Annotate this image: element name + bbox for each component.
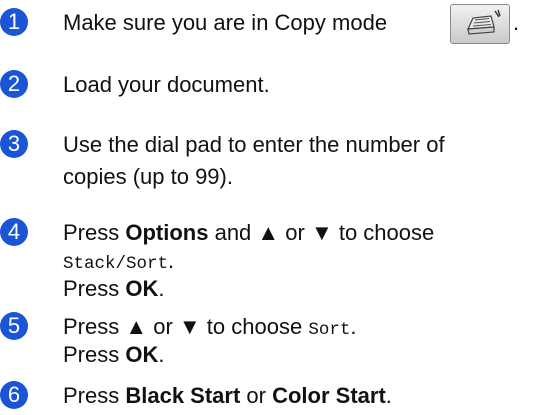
step-text-line-1: Press Options and ▲ or ▼ to choose xyxy=(63,218,434,247)
period: . xyxy=(158,342,165,367)
step-text-line-3: Press OK. xyxy=(63,274,164,303)
step-number-badge: 6 xyxy=(0,381,28,409)
black-start-key: Black Start xyxy=(125,383,241,408)
step-1: 1 Make sure you are in Copy mode . xyxy=(0,4,539,48)
step-number-badge: 3 xyxy=(0,130,28,158)
ok-key: OK xyxy=(125,276,159,301)
color-start-key: Color Start xyxy=(272,383,386,408)
arrow-instruction: Press ▲ or ▼ to choose xyxy=(63,314,309,339)
step-2: 2 Load your document. xyxy=(0,70,539,102)
step-number-badge: 1 xyxy=(0,8,28,36)
options-key: Options xyxy=(125,220,209,245)
ok-key: OK xyxy=(125,342,159,367)
step-1-text: Make sure you are in Copy mode xyxy=(63,10,388,35)
press-text: Press xyxy=(63,276,126,301)
period: . xyxy=(158,276,165,301)
period: . xyxy=(168,248,175,273)
period: . xyxy=(513,10,520,35)
step-5: 5 Press ▲ or ▼ to choose Sort. Press OK. xyxy=(0,312,539,374)
step-text-line-2: Press OK. xyxy=(63,340,164,369)
step-4: 4 Press Options and ▲ or ▼ to choose Sta… xyxy=(0,218,539,308)
step-text: Load your document. xyxy=(63,72,270,97)
step-number-badge: 5 xyxy=(0,312,28,340)
arrow-instruction: and ▲ or ▼ to choose xyxy=(208,220,435,245)
step-6: 6 Press Black Start or Color Start. xyxy=(0,381,539,411)
or-text: or xyxy=(240,383,273,408)
period: . xyxy=(350,314,357,339)
step-text-line-2: copies (up to 99). xyxy=(63,164,233,189)
step-number-badge: 2 xyxy=(0,70,28,98)
press-text: Press xyxy=(63,383,126,408)
copy-mode-icon xyxy=(450,4,510,44)
step-text: Make sure you are in Copy mode xyxy=(63,8,387,37)
period: . xyxy=(385,383,392,408)
step-text: Press Black Start or Color Start. xyxy=(63,381,392,410)
press-text: Press xyxy=(63,220,126,245)
press-text: Press xyxy=(63,342,126,367)
step-number-badge: 4 xyxy=(0,218,28,246)
step-3: 3 Use the dial pad to enter the number o… xyxy=(0,130,539,192)
menu-option: Stack/Sort xyxy=(63,254,169,274)
step-text-line-1: Use the dial pad to enter the number of xyxy=(63,132,445,157)
menu-option: Sort xyxy=(308,320,351,340)
